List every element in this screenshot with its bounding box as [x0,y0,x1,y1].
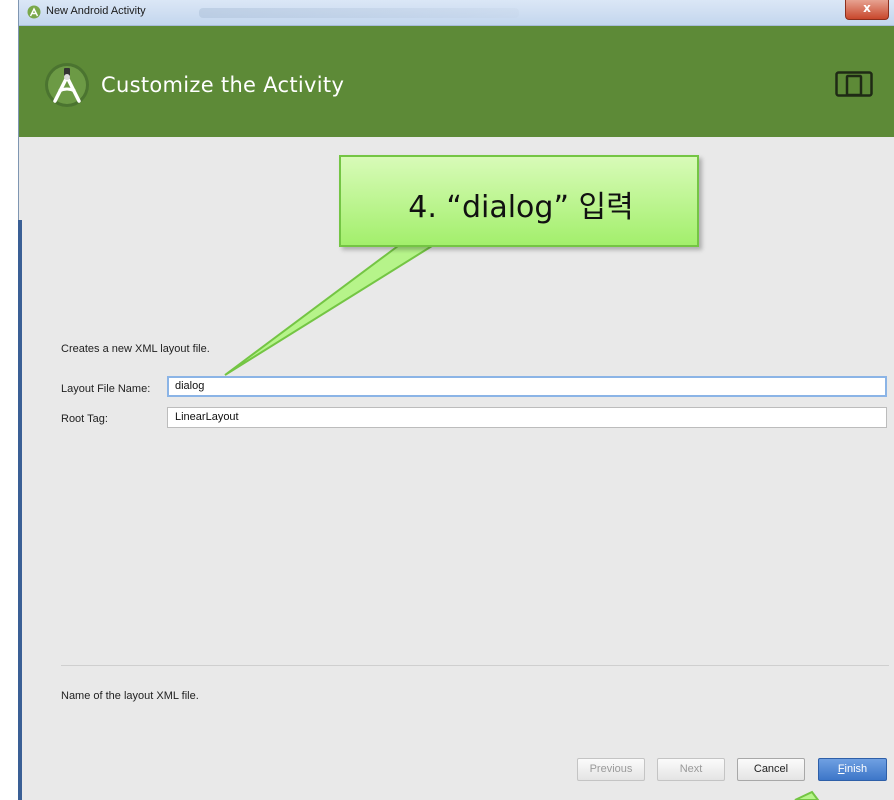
previous-button[interactable]: Previous [577,758,645,781]
phone-tablet-icon [835,71,873,97]
root-tag-label: Root Tag: [61,413,108,425]
finish-label: inish [844,763,868,775]
window-title: New Android Activity [46,5,146,17]
title-bar: New Android Activity x [19,0,894,26]
window-left-edge [18,220,22,800]
page-title: Customize the Activity [101,73,345,97]
blurred-path [199,8,519,18]
layout-file-name-label: Layout File Name: [61,383,151,395]
close-icon: x [863,1,871,15]
finish-mnemonic: F [837,763,845,775]
android-studio-icon [45,63,89,107]
form-description: Creates a new XML layout file. [61,343,210,355]
field-hint: Name of the layout XML file. [61,690,199,702]
finish-button[interactable]: Finish [818,758,887,781]
new-android-activity-window: New Android Activity x Customize the Act… [18,0,894,800]
android-studio-icon [27,5,41,19]
separator [61,665,889,666]
wizard-header: Customize the Activity [19,26,894,137]
annotation-callout: 4. “dialog” 입력 [339,155,699,247]
root-tag-input[interactable]: LinearLayout [167,407,887,428]
cancel-button[interactable]: Cancel [737,758,805,781]
layout-file-name-input[interactable]: dialog [167,376,887,397]
close-button[interactable]: x [845,0,889,20]
next-button[interactable]: Next [657,758,725,781]
annotation-text: 4. “dialog” 입력 [408,190,634,225]
